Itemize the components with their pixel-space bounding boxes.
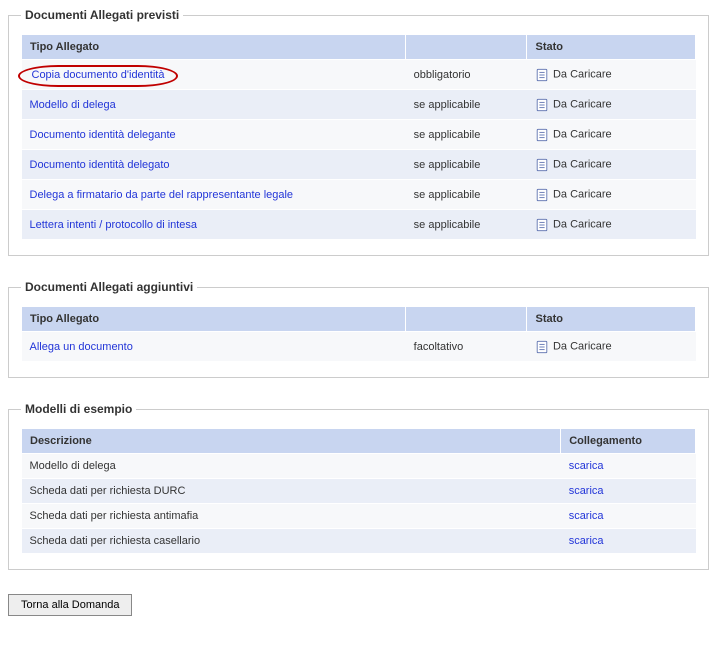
model-description: Scheda dati per richiesta DURC [22,479,561,504]
attachment-type-link[interactable]: Allega un documento [30,341,133,353]
mandatory-label: se applicabile [406,180,527,210]
table-row: Lettera intenti / protocollo di intesa s… [22,210,696,240]
status-label: Da Caricare [553,218,612,230]
table-row: Scheda dati per richiesta casellario sca… [22,529,696,554]
document-icon [535,188,549,205]
section-previsti-legend: Documenti Allegati previsti [21,8,183,22]
status-label: Da Caricare [553,98,612,110]
table-aggiuntivi: Tipo Allegato Stato Allega un documento … [21,306,696,361]
document-icon [535,128,549,145]
section-aggiuntivi-legend: Documenti Allegati aggiuntivi [21,280,197,294]
col-header-spacer [406,35,527,60]
document-icon [535,218,549,235]
table-row: Modello di delega se applicabile Da Cari… [22,90,696,120]
model-description: Modello di delega [22,454,561,479]
status-label: Da Caricare [553,340,612,352]
back-button[interactable]: Torna alla Domanda [8,594,132,616]
document-icon [535,68,549,85]
mandatory-label: facoltativo [406,332,527,362]
table-row: Copia documento d'identità obbligatorio … [22,60,696,90]
document-icon [535,340,549,357]
table-row: Documento identità delegante se applicab… [22,120,696,150]
download-link[interactable]: scarica [569,485,604,497]
mandatory-label: obbligatorio [406,60,527,90]
attachment-type-link[interactable]: Documento identità delegante [30,129,176,141]
table-row: Scheda dati per richiesta antimafia scar… [22,504,696,529]
attachment-type-link[interactable]: Delega a firmatario da parte del rappres… [30,189,294,201]
model-description: Scheda dati per richiesta antimafia [22,504,561,529]
status-label: Da Caricare [553,68,612,80]
mandatory-label: se applicabile [406,150,527,180]
table-previsti: Tipo Allegato Stato Copia documento d'id… [21,34,696,239]
status-label: Da Caricare [553,128,612,140]
download-link[interactable]: scarica [569,460,604,472]
table-row: Scheda dati per richiesta DURC scarica [22,479,696,504]
table-row: Documento identità delegato se applicabi… [22,150,696,180]
document-icon [535,158,549,175]
table-modelli: Descrizione Collegamento Modello di dele… [21,428,696,553]
table-row: Modello di delega scarica [22,454,696,479]
col-header-stato: Stato [527,307,696,332]
model-description: Scheda dati per richiesta casellario [22,529,561,554]
col-header-tipo: Tipo Allegato [22,35,406,60]
status-label: Da Caricare [553,158,612,170]
col-header-tipo: Tipo Allegato [22,307,406,332]
section-aggiuntivi: Documenti Allegati aggiuntivi Tipo Alleg… [8,280,709,378]
document-icon [535,98,549,115]
download-link[interactable]: scarica [569,510,604,522]
download-link[interactable]: scarica [569,535,604,547]
mandatory-label: se applicabile [406,210,527,240]
table-row: Delega a firmatario da parte del rappres… [22,180,696,210]
col-header-link: Collegamento [561,429,696,454]
attachment-type-link[interactable]: Documento identità delegato [30,159,170,171]
col-header-spacer [406,307,527,332]
col-header-descr: Descrizione [22,429,561,454]
mandatory-label: se applicabile [406,90,527,120]
status-label: Da Caricare [553,188,612,200]
mandatory-label: se applicabile [406,120,527,150]
attachment-type-link[interactable]: Modello di delega [30,99,116,111]
attachment-type-link[interactable]: Lettera intenti / protocollo di intesa [30,219,198,231]
section-modelli-legend: Modelli di esempio [21,402,136,416]
section-previsti: Documenti Allegati previsti Tipo Allegat… [8,8,709,256]
section-modelli: Modelli di esempio Descrizione Collegame… [8,402,709,570]
table-row: Allega un documento facoltativo Da Caric… [22,332,696,362]
col-header-stato: Stato [527,35,696,60]
attachment-type-link[interactable]: Copia documento d'identità [18,65,179,87]
